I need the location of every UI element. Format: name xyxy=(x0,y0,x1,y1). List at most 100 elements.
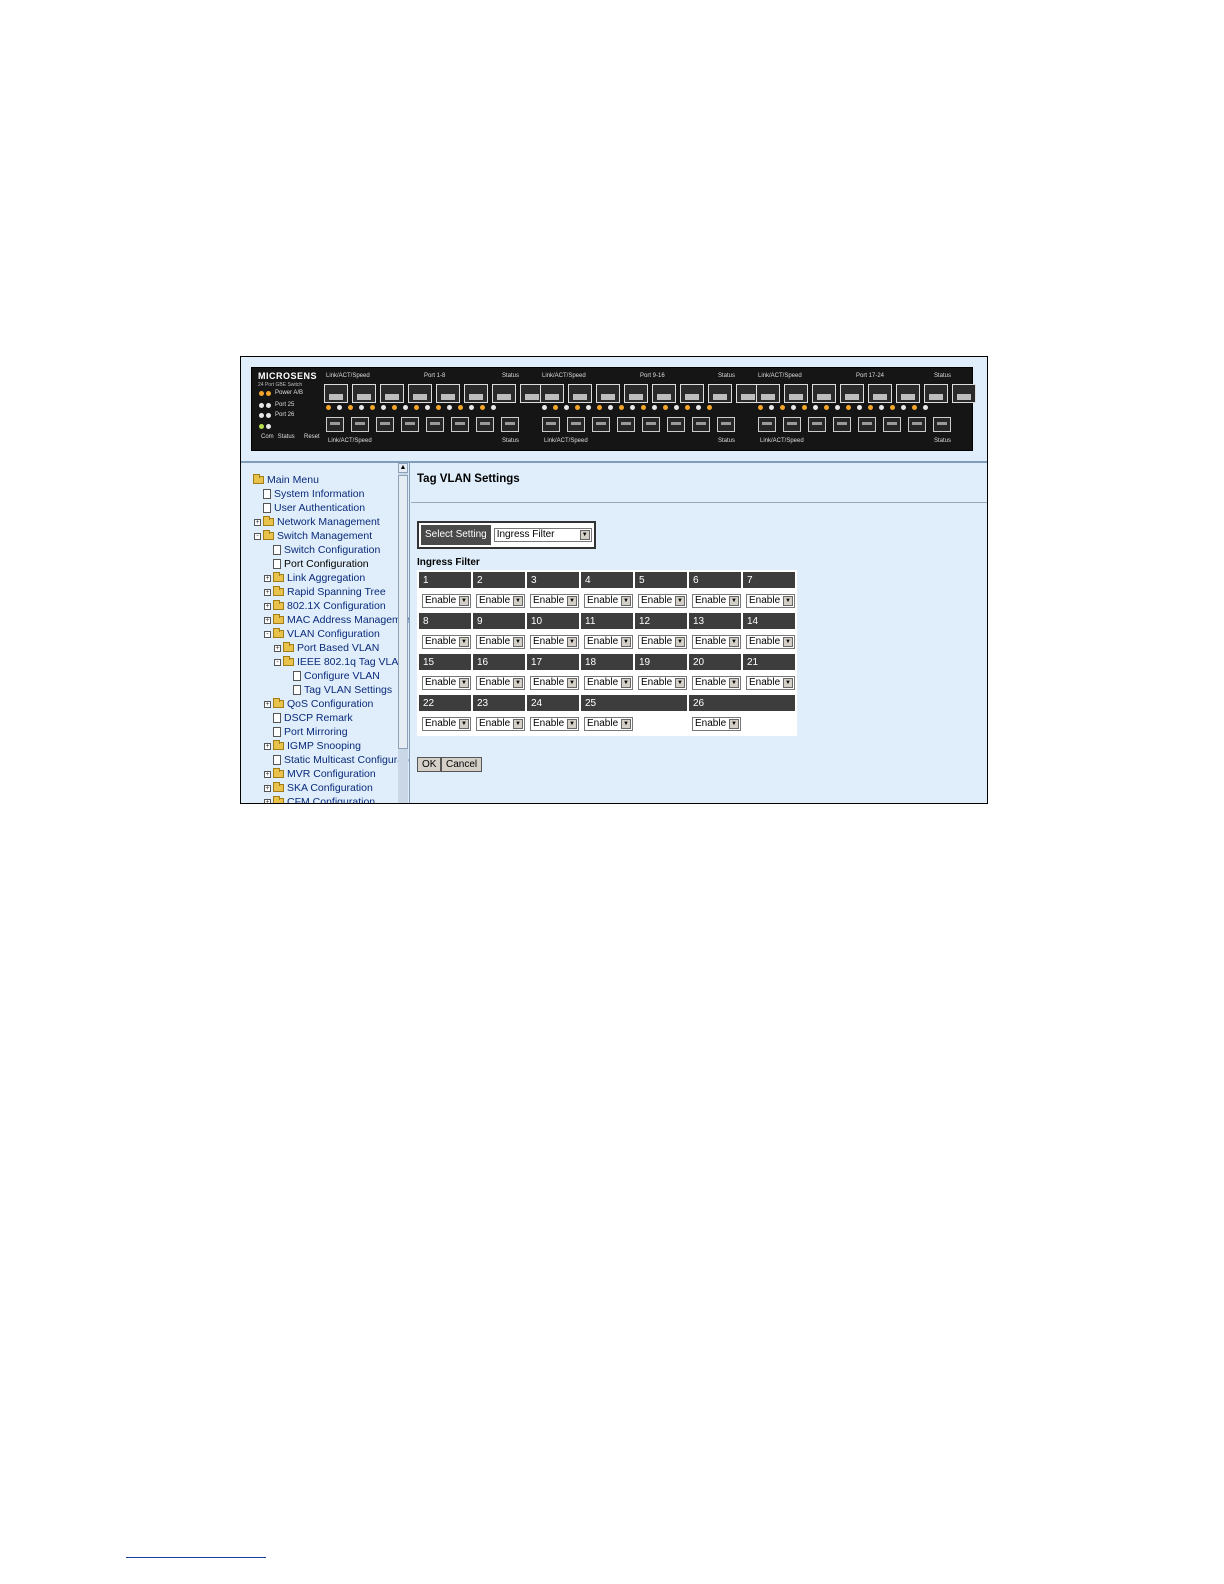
ingress-filter-dropdown[interactable]: Enable ▼ xyxy=(476,675,525,690)
sidebar-item[interactable]: Configure VLAN xyxy=(293,669,380,683)
port-led-icon xyxy=(414,405,419,410)
port-led-icon xyxy=(392,405,397,410)
ingress-filter-dropdown[interactable]: Enable ▼ xyxy=(584,675,633,690)
sidebar-item[interactable]: - VLAN Configuration xyxy=(264,627,380,641)
sidebar-item[interactable]: + Rapid Spanning Tree xyxy=(264,585,386,599)
ingress-filter-value: Enable xyxy=(479,717,511,729)
port-led-icon xyxy=(879,405,884,410)
expand-icon[interactable]: + xyxy=(254,518,261,526)
expand-icon[interactable]: + xyxy=(264,574,271,582)
expand-icon[interactable]: + xyxy=(264,742,271,750)
rj45-port-icon xyxy=(652,384,676,403)
collapse-icon[interactable]: - xyxy=(274,658,281,666)
scroll-up-icon[interactable]: ▲ xyxy=(398,463,408,473)
group-label: Port 9-16 xyxy=(640,373,665,379)
cancel-button[interactable]: Cancel xyxy=(441,757,483,772)
sidebar-item[interactable]: +802.1X Configuration xyxy=(264,599,386,613)
port-led-icon xyxy=(564,405,569,410)
ingress-filter-dropdown[interactable]: Enable ▼ xyxy=(746,634,795,649)
expand-icon[interactable]: + xyxy=(264,616,271,624)
sidebar-item[interactable]: + Port Based VLAN xyxy=(274,641,379,655)
select-setting-dropdown[interactable]: Ingress Filter ▼ xyxy=(493,528,592,542)
expand-icon[interactable]: + xyxy=(264,602,271,610)
expand-icon[interactable]: + xyxy=(264,798,271,803)
sidebar-item[interactable]: Switch Configuration xyxy=(273,543,380,557)
port-led-icon xyxy=(813,405,818,410)
sidebar-item[interactable]: System Information xyxy=(263,487,364,501)
expand-icon[interactable]: + xyxy=(264,770,271,778)
sidebar-item[interactable]: + QoS Configuration xyxy=(264,697,373,711)
ingress-filter-dropdown[interactable]: Enable ▼ xyxy=(530,675,579,690)
port-led-icon xyxy=(802,405,807,410)
ok-button[interactable]: OK xyxy=(417,757,442,772)
port-led-icon xyxy=(791,405,796,410)
expand-icon[interactable]: + xyxy=(264,700,271,708)
sidebar-item-label: Port Configuration xyxy=(284,558,369,570)
ingress-filter-dropdown[interactable]: Enable ▼ xyxy=(422,593,471,608)
ingress-filter-dropdown[interactable]: Enable ▼ xyxy=(692,716,741,731)
ingress-filter-dropdown[interactable]: Enable ▼ xyxy=(692,634,741,649)
sidebar-item[interactable]: Port Configuration xyxy=(273,557,369,571)
nav-scrollbar[interactable]: ▲ xyxy=(398,463,408,803)
ingress-filter-dropdown[interactable]: Enable ▼ xyxy=(638,634,687,649)
ingress-filter-dropdown[interactable]: Enable ▼ xyxy=(746,675,795,690)
rj45-port-icon xyxy=(624,384,648,403)
sidebar-item[interactable]: + CFM Configuration xyxy=(264,795,375,803)
ingress-filter-dropdown[interactable]: Enable ▼ xyxy=(422,675,471,690)
sidebar-item[interactable]: + MAC Address Managemen xyxy=(264,613,409,627)
chevron-down-icon: ▼ xyxy=(675,677,685,688)
collapse-icon[interactable]: - xyxy=(254,532,261,540)
ingress-filter-dropdown[interactable]: Enable ▼ xyxy=(530,593,579,608)
port-cell: Enable ▼ xyxy=(741,670,797,695)
sidebar-item-label: Static Multicast Configuratio xyxy=(284,754,410,766)
ingress-filter-dropdown[interactable]: Enable ▼ xyxy=(638,675,687,690)
ingress-filter-dropdown[interactable]: Enable ▼ xyxy=(692,593,741,608)
sidebar-item[interactable]: Static Multicast Configuratio xyxy=(273,753,410,767)
sidebar-item[interactable]: DSCP Remark xyxy=(273,711,353,725)
ingress-filter-dropdown[interactable]: Enable ▼ xyxy=(530,634,579,649)
expand-icon[interactable]: + xyxy=(264,784,271,792)
ingress-filter-dropdown[interactable]: Enable ▼ xyxy=(638,593,687,608)
bottom-labels: Com Status xyxy=(259,434,295,440)
sidebar-item[interactable]: + IGMP Snooping xyxy=(264,739,361,753)
ingress-filter-dropdown[interactable]: Enable ▼ xyxy=(476,593,525,608)
ingress-filter-value: Enable xyxy=(425,676,457,688)
sidebar-item[interactable]: Port Mirroring xyxy=(273,725,348,739)
port-led-icon xyxy=(337,405,342,410)
port-led-icon xyxy=(641,405,646,410)
port-number: 21 xyxy=(741,652,797,672)
ingress-filter-dropdown[interactable]: Enable ▼ xyxy=(476,634,525,649)
sidebar-item[interactable]: + SKA Configuration xyxy=(264,781,373,795)
sidebar-item[interactable]: User Authentication xyxy=(263,501,365,515)
ingress-filter-dropdown[interactable]: Enable ▼ xyxy=(692,675,741,690)
scroll-thumb[interactable] xyxy=(398,475,408,749)
sfp-port-icon xyxy=(476,417,494,432)
sidebar-item[interactable]: Main Menu xyxy=(253,473,319,487)
port-header-row: 8 9 10 11 12 13 14 xyxy=(417,611,797,631)
ingress-filter-dropdown[interactable]: Enable ▼ xyxy=(422,716,471,731)
ingress-filter-dropdown[interactable]: Enable ▼ xyxy=(530,716,579,731)
sidebar-item[interactable]: + Network Management xyxy=(254,515,380,529)
port-cell: Enable ▼ xyxy=(417,629,473,654)
ingress-filter-dropdown[interactable]: Enable ▼ xyxy=(584,593,633,608)
select-setting-box: Select Setting Ingress Filter ▼ xyxy=(417,521,596,549)
sidebar-item[interactable]: - IEEE 802.1q Tag VLAN xyxy=(274,655,406,669)
ingress-filter-dropdown[interactable]: Enable ▼ xyxy=(584,634,633,649)
sidebar-item[interactable]: Tag VLAN Settings xyxy=(293,683,392,697)
ingress-filter-dropdown[interactable]: Enable ▼ xyxy=(476,716,525,731)
sfp-port-icon xyxy=(451,417,469,432)
ingress-filter-value: Enable xyxy=(749,594,781,606)
collapse-icon[interactable]: - xyxy=(264,630,271,638)
ingress-filter-dropdown[interactable]: Enable ▼ xyxy=(584,716,633,731)
expand-icon[interactable]: + xyxy=(274,644,281,652)
ingress-filter-dropdown[interactable]: Enable ▼ xyxy=(746,593,795,608)
sidebar-item-label: Rapid Spanning Tree xyxy=(287,586,386,598)
expand-icon[interactable]: + xyxy=(264,588,271,596)
sidebar-item[interactable]: + MVR Configuration xyxy=(264,767,376,781)
port-cell: Enable ▼ xyxy=(633,629,689,654)
chevron-down-icon: ▼ xyxy=(621,636,631,647)
sidebar-item[interactable]: + Link Aggregation xyxy=(264,571,365,585)
sidebar-item[interactable]: - Switch Management xyxy=(254,529,372,543)
led-power: Power A/B xyxy=(259,390,303,396)
ingress-filter-dropdown[interactable]: Enable ▼ xyxy=(422,634,471,649)
